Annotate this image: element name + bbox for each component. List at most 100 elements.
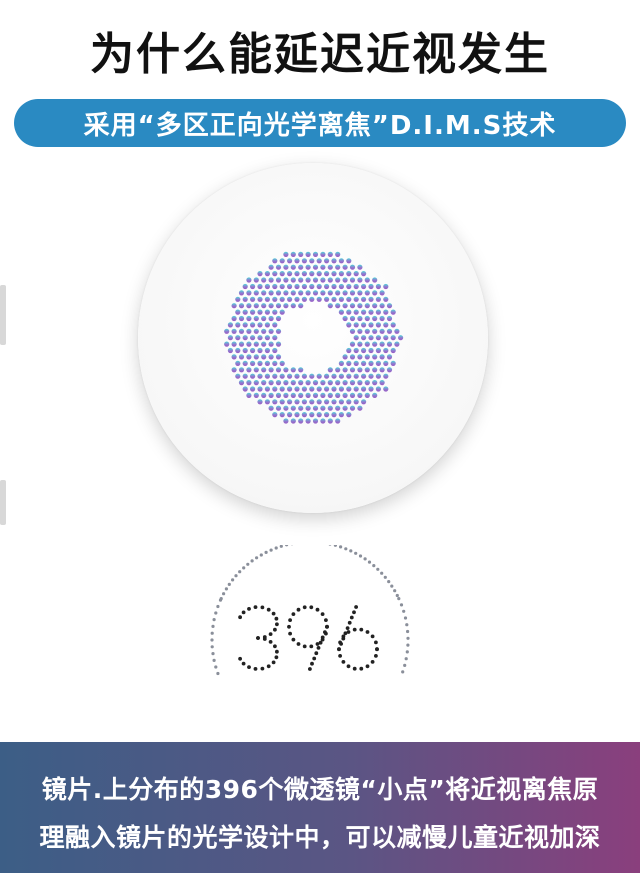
microlens-dot <box>257 296 263 302</box>
microlens-dot <box>368 283 374 290</box>
microlens-dot <box>257 399 263 405</box>
microlens-dot <box>331 386 337 392</box>
arc-dot <box>216 671 220 676</box>
microlens-dot <box>301 271 307 277</box>
microlens-dot <box>246 341 252 347</box>
arc-dot <box>406 629 410 634</box>
microlens-dot <box>372 392 378 398</box>
microlens-dot <box>242 386 248 392</box>
microlens-dot <box>361 386 367 392</box>
microlens-dot <box>235 373 241 379</box>
microlens-dot <box>361 399 367 405</box>
microlens-dot <box>375 347 381 354</box>
microlens-dot <box>290 418 296 424</box>
edge-decoration <box>0 480 6 525</box>
arc-dot <box>231 578 235 582</box>
microlens-dot <box>346 347 352 354</box>
microlens-dot <box>320 418 326 424</box>
microlens-dot <box>331 399 337 405</box>
microlens-dot <box>268 328 274 334</box>
microlens-dot <box>357 380 363 386</box>
microlens-dot <box>368 373 374 379</box>
microlens-dot <box>268 303 274 309</box>
microlens-dot <box>231 341 237 347</box>
microlens-dot <box>246 315 252 322</box>
digit-dot <box>338 654 342 658</box>
arc-dot <box>354 551 358 555</box>
microlens-dot <box>283 367 289 373</box>
microlens-dot <box>349 380 356 386</box>
microlens-dot <box>268 290 274 296</box>
microlens-dot <box>298 405 304 411</box>
arc-dot <box>216 604 220 609</box>
microlens-dot <box>327 290 333 296</box>
microlens-dot <box>287 283 293 290</box>
microlens-dot <box>279 296 285 302</box>
microlens-dot <box>309 283 315 290</box>
microlens-dot <box>268 277 274 283</box>
microlens-dot <box>246 367 252 373</box>
microlens-dot <box>261 315 267 322</box>
microlens-dot <box>227 347 233 354</box>
arc-dot <box>259 553 263 557</box>
digit-dot <box>325 624 329 629</box>
microlens-dot <box>379 367 385 373</box>
microlens-dot <box>327 380 333 386</box>
microlens-dot <box>279 386 285 392</box>
microlens-dot <box>312 290 319 296</box>
microlens-dot <box>327 251 333 257</box>
arc-dot <box>406 636 410 640</box>
microlens-dot <box>257 360 263 366</box>
lens-dot-ring-icon <box>224 251 404 424</box>
digit-dot <box>291 612 296 616</box>
microlens-dot <box>372 290 378 296</box>
microlens-dot <box>346 283 352 290</box>
microlens-dot <box>372 315 378 322</box>
microlens-dot <box>242 335 248 341</box>
microlens-dot <box>250 386 256 392</box>
microlens-dot <box>394 341 400 347</box>
microlens-dot <box>335 264 341 270</box>
microlens-dot <box>301 386 307 392</box>
microlens-dot <box>342 315 348 322</box>
microlens-dot <box>235 309 241 315</box>
microlens-dot <box>301 283 307 290</box>
microlens-dot <box>349 315 356 322</box>
arc-dot <box>376 567 380 571</box>
microlens-dot <box>353 399 359 405</box>
microlens-dot <box>301 399 307 405</box>
microlens-dot <box>275 315 282 322</box>
microlens-dot <box>320 392 326 398</box>
digit-dot <box>296 607 301 612</box>
microlens-dot <box>294 258 300 264</box>
arc-dot <box>358 554 363 558</box>
arc-dot <box>255 556 259 560</box>
microlens-dot <box>346 386 352 392</box>
microlens-dot <box>246 354 252 360</box>
microlens-dot <box>353 360 359 366</box>
microlens-dot <box>316 399 322 405</box>
digit-dot <box>241 661 246 666</box>
microlens-dot <box>349 264 356 270</box>
microlens-dot <box>390 360 396 366</box>
microlens-dot <box>312 418 319 424</box>
arc-dot <box>212 618 216 622</box>
digit-dot <box>274 616 279 621</box>
microlens-dot <box>238 315 245 322</box>
digit-dot <box>346 664 351 669</box>
microlens-dot <box>246 328 252 334</box>
digit-dot <box>266 664 271 669</box>
microlens-dot <box>353 373 359 379</box>
microlens-dot <box>231 354 237 360</box>
arc-dot <box>333 545 337 547</box>
microlens-dot <box>287 373 293 379</box>
counter-digits <box>238 605 379 671</box>
arc-dot <box>222 592 226 596</box>
microlens-dot <box>294 412 300 418</box>
microlens-dot <box>335 405 341 411</box>
microlens-dot <box>327 405 333 411</box>
microlens-dot <box>283 303 289 309</box>
microlens-dot <box>327 392 333 398</box>
microlens-dot <box>375 322 381 328</box>
arc-dot <box>212 658 216 662</box>
